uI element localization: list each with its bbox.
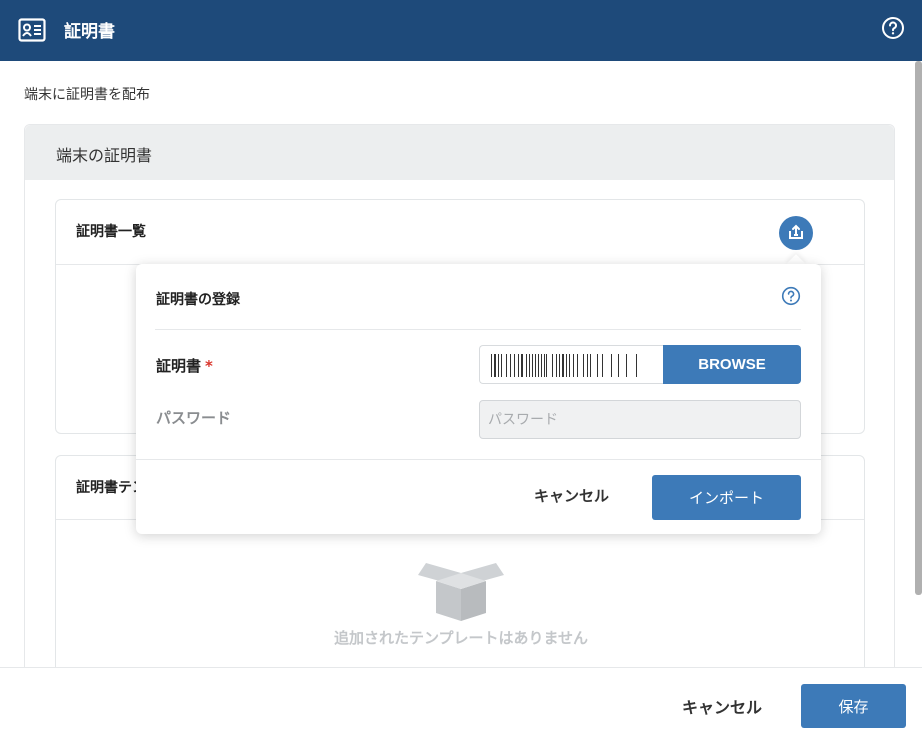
card-header: 端末の証明書 [25,125,894,180]
password-field-label: パスワード [156,409,232,427]
import-tray-icon [789,224,803,239]
popup-divider [155,329,801,330]
title-bar: 証明書 [0,0,922,61]
certificate-id-icon [18,18,46,42]
browse-button[interactable]: BROWSE [663,345,801,384]
popup-title: 証明書の登録 [156,292,240,308]
footer-bar: キャンセル 保存 [0,667,922,736]
required-mark: * [205,357,213,375]
empty-box-icon [418,563,504,621]
password-input[interactable] [479,400,801,439]
page-subtitle: 端末に証明書を配布 [24,87,150,103]
certificate-template-title: 証明書テンプレート [76,480,136,496]
vertical-scrollbar[interactable] [915,61,922,595]
obscured-filename [491,354,637,377]
help-circle-icon[interactable] [881,16,905,40]
certificate-register-popup: 証明書の登録 証明書 * BROWSE パスワード キャンセル インポート [136,264,821,534]
save-button[interactable]: 保存 [801,684,906,728]
card-title: 端末の証明書 [56,146,153,165]
import-button[interactable]: インポート [652,475,801,520]
certificate-field-label: 証明書 * [156,355,213,376]
import-certificate-button[interactable] [779,216,813,250]
page-title: 証明書 [64,22,115,42]
popup-footer-divider [136,459,821,460]
file-name-field[interactable] [479,345,664,384]
cancel-button[interactable]: キャンセル [682,694,762,718]
certificate-list-title: 証明書一覧 [76,224,146,240]
help-circle-icon[interactable] [781,286,801,306]
certificate-label-text: 証明書 [156,357,202,375]
popup-cancel-button[interactable]: キャンセル [534,485,609,506]
empty-state-text: 追加されたテンプレートはありません [333,629,589,647]
